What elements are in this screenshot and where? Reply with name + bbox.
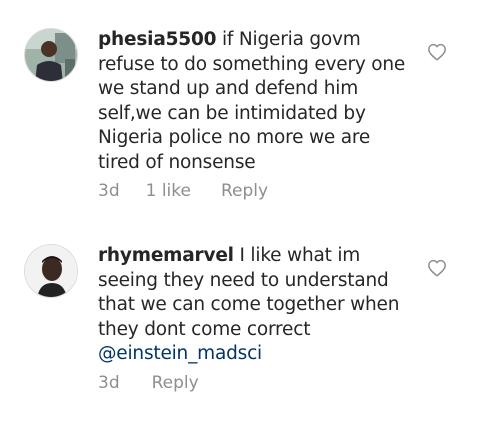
comment-username[interactable]: rhymemarvel: [98, 245, 234, 266]
comment-meta: 3d Reply: [98, 373, 199, 393]
comment-text: if Nigeria govm refuse to do something e…: [98, 29, 406, 173]
mention-link[interactable]: @einstein_madsci: [98, 343, 262, 364]
heart-outline-icon[interactable]: [427, 259, 447, 277]
comment-meta: 3d 1 like Reply: [98, 181, 268, 201]
user-photo-icon: [25, 245, 77, 297]
comment-body: phesia5500 if Nigeria govm refuse to do …: [98, 28, 416, 175]
comment-username[interactable]: phesia5500: [98, 29, 216, 50]
avatar[interactable]: [24, 244, 78, 298]
comment-likes-count[interactable]: 1 like: [146, 181, 191, 201]
comment-timestamp: 3d: [98, 373, 120, 393]
comment-body: rhymemarvel I like what im seeing they n…: [98, 244, 416, 367]
avatar[interactable]: [24, 28, 78, 82]
comment-timestamp: 3d: [98, 181, 120, 201]
heart-outline-icon[interactable]: [427, 43, 447, 61]
reply-button[interactable]: Reply: [221, 181, 268, 201]
reply-button[interactable]: Reply: [152, 373, 199, 393]
user-photo-icon: [25, 29, 77, 81]
